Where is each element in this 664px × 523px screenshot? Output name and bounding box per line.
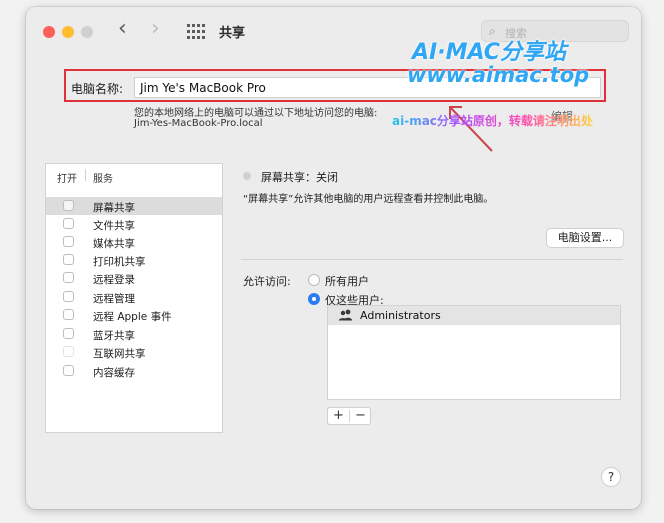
service-label: 互联网共享 xyxy=(93,348,146,360)
service-checkbox[interactable] xyxy=(63,365,74,376)
service-checkbox[interactable] xyxy=(63,272,74,283)
control-divider xyxy=(349,410,350,422)
radio-all-users-label[interactable]: 所有用户 xyxy=(325,273,369,289)
add-remove-control: + − xyxy=(327,407,371,425)
address-hint: 您的本地网络上的电脑可以通过以下地址访问您的电脑: xyxy=(134,108,378,119)
service-checkbox[interactable] xyxy=(63,346,74,357)
watermark-url: www.aimac.top xyxy=(407,63,590,87)
service-label: 内容缓存 xyxy=(93,367,135,379)
watermark-title: AI·MAC分享站 xyxy=(412,40,566,65)
service-label: 媒体共享 xyxy=(93,238,135,250)
radio-all-users[interactable] xyxy=(308,274,320,286)
service-label: 文件共享 xyxy=(93,220,135,232)
sharing-window: ‹ › 共享 ⌕ 搜索 电脑名称: Jim Ye's MacBook Pro 您… xyxy=(26,7,641,509)
group-icon xyxy=(338,309,353,321)
zoom-button[interactable] xyxy=(81,26,93,38)
status-text: 屏幕共享：关闭 xyxy=(261,171,338,184)
users-list: Administrators xyxy=(327,305,621,400)
back-button[interactable]: ‹ xyxy=(118,17,127,41)
radio-only-these-users[interactable] xyxy=(308,293,320,305)
window-title: 共享 xyxy=(219,26,246,41)
service-checkbox[interactable] xyxy=(63,309,74,320)
watermark-note: ai-mac分享站原创，转载请注明出处 xyxy=(392,114,593,128)
service-checkbox[interactable] xyxy=(63,328,74,339)
service-label: 蓝牙共享 xyxy=(93,330,135,342)
service-row-internet-sharing[interactable]: 互联网共享 xyxy=(46,343,222,361)
service-list: 打开 服务 屏幕共享 文件共享 媒体共享 打印机共享 远程登录 远程管理 远程 … xyxy=(45,163,223,433)
service-row-screen-sharing[interactable]: 屏幕共享 xyxy=(46,197,222,215)
service-row-printer-sharing[interactable]: 打印机共享 xyxy=(46,251,222,269)
section-divider xyxy=(241,259,623,260)
minimize-button[interactable] xyxy=(62,26,74,38)
help-button[interactable]: ? xyxy=(601,467,621,487)
forward-button[interactable]: › xyxy=(151,17,160,41)
service-checkbox[interactable] xyxy=(63,200,74,211)
service-row-media-sharing[interactable]: 媒体共享 xyxy=(46,233,222,251)
service-checkbox[interactable] xyxy=(63,236,74,247)
service-row-content-caching[interactable]: 内容缓存 xyxy=(46,362,222,380)
header-on: 打开 xyxy=(57,174,77,185)
grid-icon[interactable] xyxy=(187,24,205,39)
computer-name-value: Jim Ye's MacBook Pro xyxy=(140,81,266,95)
service-label: 打印机共享 xyxy=(93,256,146,268)
service-list-header: 打开 服务 xyxy=(46,164,222,186)
service-label: 远程登录 xyxy=(93,274,135,286)
service-label: 远程 Apple 事件 xyxy=(93,311,172,323)
service-row-remote-login[interactable]: 远程登录 xyxy=(46,269,222,287)
service-checkbox[interactable] xyxy=(63,218,74,229)
service-checkbox[interactable] xyxy=(63,291,74,302)
allow-access-label: 允许访问: xyxy=(243,275,291,288)
computer-name-label: 电脑名称: xyxy=(71,82,124,96)
service-label: 远程管理 xyxy=(93,293,135,305)
remove-user-button[interactable]: − xyxy=(355,408,366,423)
service-row-remote-management[interactable]: 远程管理 xyxy=(46,288,222,306)
add-user-button[interactable]: + xyxy=(333,408,344,423)
service-checkbox[interactable] xyxy=(63,254,74,265)
header-divider xyxy=(85,169,86,181)
local-address: Jim-Yes-MacBook-Pro.local xyxy=(134,118,263,129)
service-label: 屏幕共享 xyxy=(93,202,135,214)
service-description: “屏幕共享”允许其他电脑的用户远程查看并控制此电脑。 xyxy=(243,194,494,205)
arrow-icon xyxy=(449,106,493,152)
header-service: 服务 xyxy=(93,174,113,185)
user-label: Administrators xyxy=(360,309,441,322)
close-button[interactable] xyxy=(43,26,55,38)
status-indicator xyxy=(243,172,251,180)
service-row-remote-apple-events[interactable]: 远程 Apple 事件 xyxy=(46,306,222,324)
service-row-bluetooth-sharing[interactable]: 蓝牙共享 xyxy=(46,325,222,343)
service-row-file-sharing[interactable]: 文件共享 xyxy=(46,215,222,233)
list-item[interactable]: Administrators xyxy=(328,306,620,325)
computer-settings-button[interactable]: 电脑设置... xyxy=(546,228,624,248)
